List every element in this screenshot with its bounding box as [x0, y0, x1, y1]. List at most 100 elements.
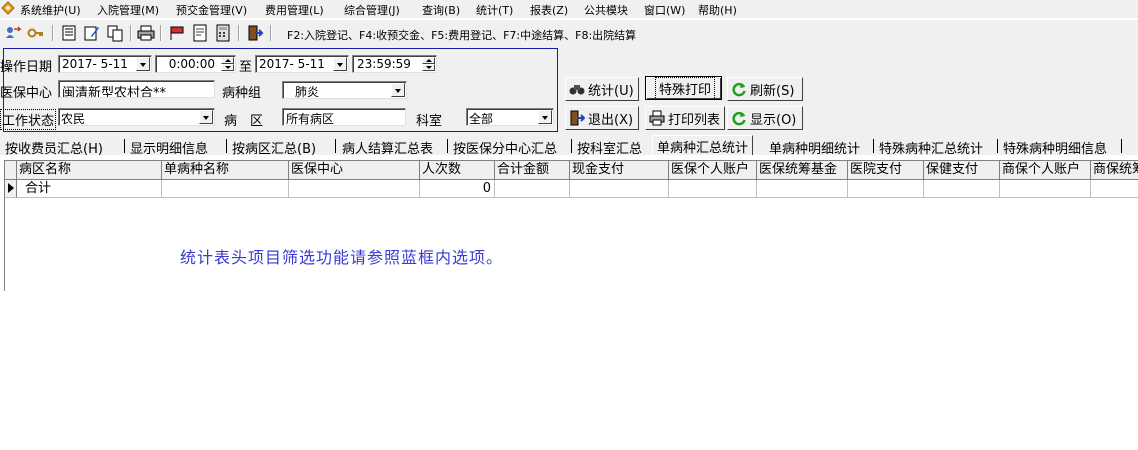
chevron-down-icon[interactable]	[136, 57, 150, 71]
printer-icon	[649, 110, 665, 126]
menu-deposit[interactable]: 预交金管理(V)	[176, 2, 247, 18]
special-print-button[interactable]: 特殊打印	[645, 76, 722, 100]
menu-statistics[interactable]: 统计(T)	[476, 2, 513, 18]
work-status-select[interactable]: 农民	[58, 108, 215, 126]
tab-single-disease-summary[interactable]: 单病种汇总统计	[652, 135, 754, 156]
spin-buttons[interactable]	[422, 57, 435, 71]
table-cell[interactable]: 合计	[17, 180, 162, 198]
col-header[interactable]: 医保统筹基金	[757, 161, 848, 180]
disease-group-select[interactable]: 肺炎	[282, 81, 407, 99]
exit-button[interactable]: 退出(X)	[565, 106, 639, 130]
display-button[interactable]: 显示(O)	[727, 106, 803, 130]
stats-button[interactable]: 统计(U)	[565, 77, 639, 101]
time-to-spinner[interactable]: 23:59:59	[352, 55, 437, 73]
app-logo-icon	[1, 1, 15, 15]
table-cell[interactable]	[848, 180, 924, 198]
time-from-value: 0:00:00	[168, 57, 215, 71]
tab-by-ward[interactable]: 按病区汇总(B)	[232, 137, 316, 157]
insurance-center-select[interactable]: 闽清新型农村合**	[58, 80, 215, 98]
menu-help[interactable]: 帮助(H)	[698, 2, 737, 18]
print-list-button[interactable]: 打印列表	[645, 106, 725, 130]
print-list-button-label: 打印列表	[668, 112, 721, 128]
menu-fees[interactable]: 费用管理(L)	[265, 2, 324, 18]
col-header[interactable]: 单病种名称	[162, 161, 289, 180]
table-cell[interactable]	[162, 180, 289, 198]
menu-system[interactable]: 系统维护(U)	[20, 2, 81, 18]
col-header[interactable]: 商保个人账户	[1000, 161, 1091, 180]
spin-down-icon[interactable]	[422, 64, 435, 71]
date-from-value: 2017- 5-11	[62, 57, 128, 71]
col-header[interactable]: 医保中心	[289, 161, 420, 180]
menu-reports[interactable]: 报表(Z)	[530, 2, 568, 18]
col-header[interactable]: 合计金额	[495, 161, 570, 180]
table-cell[interactable]	[1091, 180, 1138, 198]
report-icon[interactable]	[191, 24, 209, 42]
col-header[interactable]: 医院支付	[848, 161, 924, 180]
table-cell[interactable]	[1000, 180, 1091, 198]
filter-hint-text: 统计表头项目筛选功能请参照蓝框内选项。	[180, 248, 504, 267]
time-from-spinner[interactable]: 0:00:00	[155, 55, 236, 73]
ward-input[interactable]: 所有病区	[282, 108, 406, 126]
tab-separator	[997, 139, 998, 153]
document-list-icon[interactable]	[60, 24, 78, 42]
row-indicator[interactable]	[5, 180, 17, 198]
spin-up-icon[interactable]	[221, 57, 234, 64]
exit-door-icon[interactable]	[246, 24, 264, 42]
date-from-picker[interactable]: 2017- 5-11	[58, 55, 152, 73]
tab-by-cashier[interactable]: 按收费员汇总(H)	[5, 137, 103, 157]
col-header[interactable]: 病区名称	[17, 161, 162, 180]
date-to-value: 2017- 5-11	[259, 57, 325, 71]
table-cell[interactable]	[570, 180, 669, 198]
table-cell[interactable]	[669, 180, 757, 198]
tab-separator	[447, 139, 448, 153]
col-header[interactable]: 保健支付	[924, 161, 1000, 180]
printer-icon[interactable]	[137, 24, 155, 42]
tab-separator	[873, 139, 874, 153]
tab-detail-info[interactable]: 显示明细信息	[130, 137, 208, 157]
tab-special-disease-summary[interactable]: 特殊病种汇总统计	[879, 137, 983, 157]
hotkey-hints: F2:入院登记、F4:收预交金、F5:费用登记、F7:中途结算、F8:出院结算	[287, 29, 637, 42]
tab-separator	[124, 139, 125, 153]
calculator-icon[interactable]	[214, 24, 232, 42]
menu-general[interactable]: 综合管理(J)	[344, 2, 400, 18]
user-switch-icon[interactable]	[4, 24, 22, 42]
col-header[interactable]: 医保个人账户	[669, 161, 757, 180]
dept-select[interactable]: 全部	[466, 108, 554, 126]
refresh-button[interactable]: 刷新(S)	[727, 77, 803, 101]
spin-buttons[interactable]	[221, 57, 234, 71]
col-header[interactable]: 人次数	[420, 161, 495, 180]
copy-icon[interactable]	[106, 24, 124, 42]
exit-door-icon	[570, 110, 585, 126]
refresh-button-label: 刷新(S)	[750, 83, 795, 99]
chevron-down-icon[interactable]	[538, 110, 552, 124]
table-cell[interactable]	[757, 180, 848, 198]
menu-window[interactable]: 窗口(W)	[644, 2, 685, 18]
col-header[interactable]: 现金支付	[570, 161, 669, 180]
col-header[interactable]: 商保统筹	[1091, 161, 1138, 180]
flag-icon[interactable]	[168, 24, 186, 42]
data-grid[interactable]: 病区名称 单病种名称 医保中心 人次数 合计金额 现金支付 医保个人账户 医保统…	[4, 160, 1138, 291]
op-date-label: 操作日期	[0, 60, 53, 75]
menu-public[interactable]: 公共模块	[584, 2, 628, 18]
table-cell[interactable]	[924, 180, 1000, 198]
chevron-down-icon[interactable]	[391, 83, 405, 97]
tab-special-disease-detail[interactable]: 特殊病种明细信息	[1003, 137, 1107, 157]
to-label: 至	[239, 60, 253, 75]
menu-admission[interactable]: 入院管理(M)	[97, 2, 159, 18]
table-cell[interactable]: 0	[420, 180, 495, 198]
spin-up-icon[interactable]	[422, 57, 435, 64]
key-icon[interactable]	[27, 24, 45, 42]
special-print-label: 特殊打印	[654, 76, 715, 100]
tab-patient-settlement[interactable]: 病人结算汇总表	[342, 137, 433, 157]
chevron-down-icon[interactable]	[199, 110, 213, 124]
chevron-down-icon[interactable]	[333, 57, 347, 71]
table-cell[interactable]	[495, 180, 570, 198]
spin-down-icon[interactable]	[221, 64, 234, 71]
date-to-picker[interactable]: 2017- 5-11	[255, 55, 349, 73]
tab-by-insurance-center[interactable]: 按医保分中心汇总	[453, 137, 557, 157]
tab-by-department[interactable]: 按科室汇总	[577, 137, 642, 157]
menu-query[interactable]: 查询(B)	[422, 2, 460, 18]
edit-document-icon[interactable]	[83, 24, 101, 42]
table-cell[interactable]	[289, 180, 420, 198]
tab-single-disease-detail[interactable]: 单病种明细统计	[769, 137, 860, 157]
